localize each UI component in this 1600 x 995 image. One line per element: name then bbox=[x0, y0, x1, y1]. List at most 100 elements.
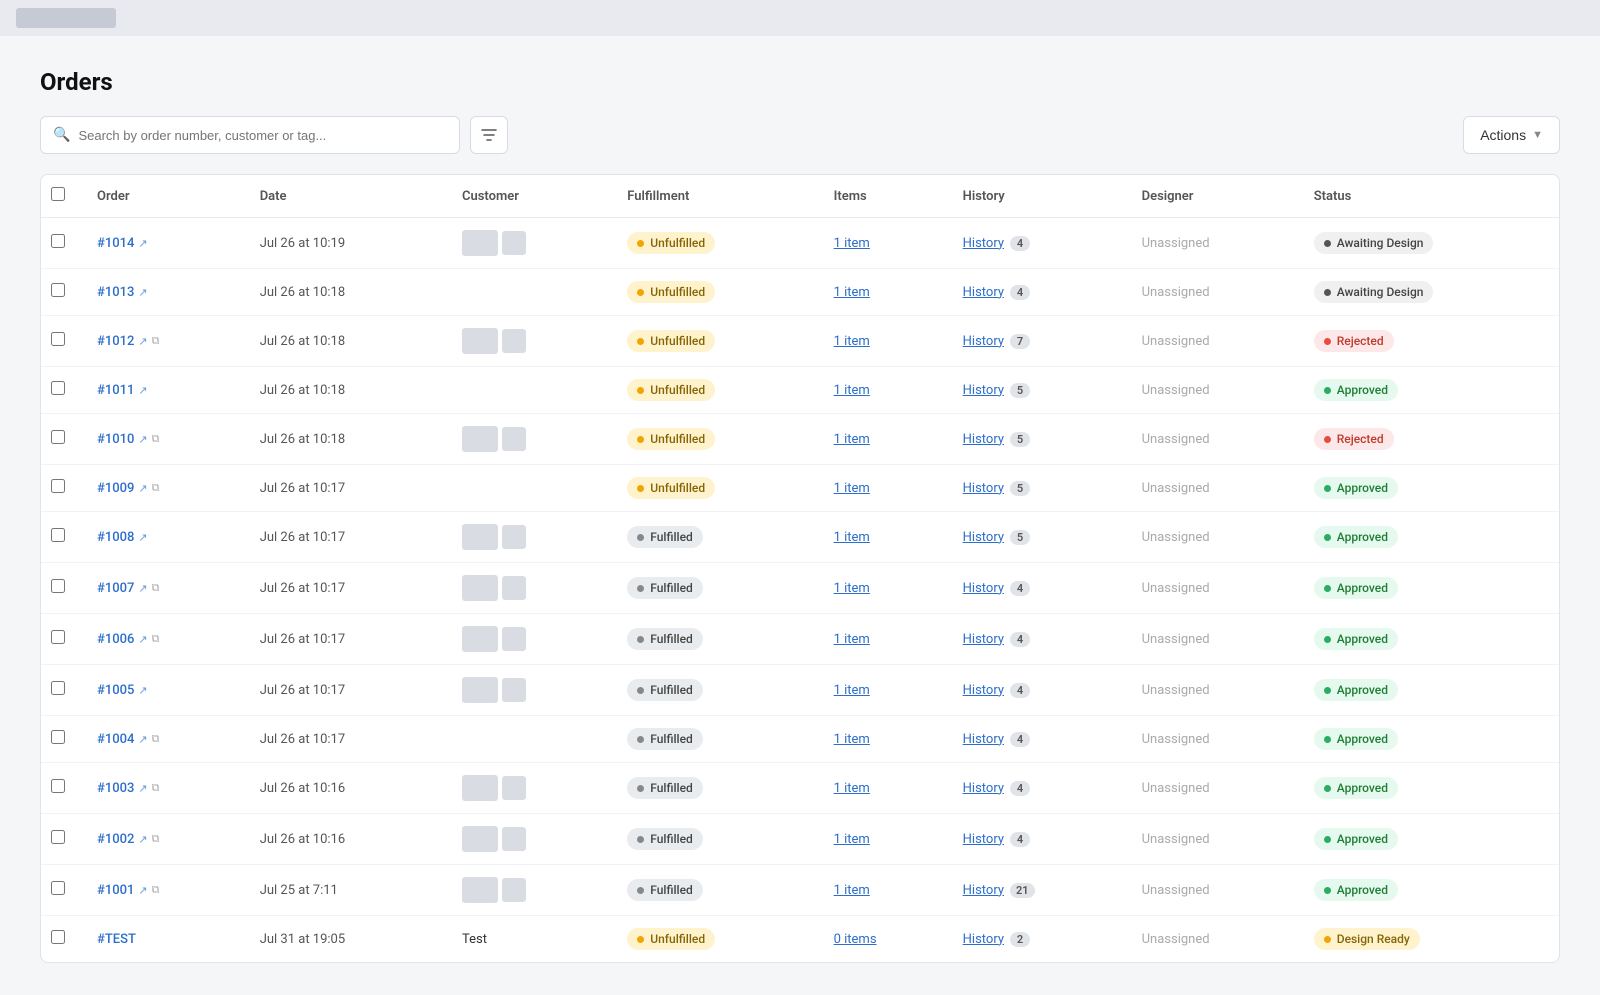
row-checkbox-cell bbox=[41, 218, 81, 269]
select-all-checkbox[interactable] bbox=[51, 187, 65, 201]
items-link[interactable]: 1 item bbox=[834, 432, 870, 447]
order-link[interactable]: #1007 bbox=[97, 581, 134, 596]
row-checkbox-10[interactable] bbox=[51, 730, 65, 744]
order-link[interactable]: #1011 bbox=[97, 383, 134, 398]
order-link[interactable]: #1014 bbox=[97, 236, 134, 251]
row-checkbox-9[interactable] bbox=[51, 681, 65, 695]
history-link[interactable]: History bbox=[963, 334, 1004, 349]
history-link[interactable]: History bbox=[963, 383, 1004, 398]
fulfillment-badge: Unfulfilled bbox=[627, 928, 715, 950]
status-dot bbox=[1324, 836, 1331, 843]
status-cell: Awaiting Design bbox=[1298, 269, 1559, 316]
customer-cell bbox=[446, 465, 611, 512]
copy-icon[interactable]: ⧉ bbox=[152, 883, 160, 897]
copy-icon[interactable]: ⧉ bbox=[152, 832, 160, 846]
items-link[interactable]: 1 item bbox=[834, 832, 870, 847]
order-link[interactable]: #1001 bbox=[97, 883, 134, 898]
row-checkbox-13[interactable] bbox=[51, 881, 65, 895]
customer-avatar-group bbox=[462, 230, 595, 256]
search-input[interactable] bbox=[78, 128, 447, 143]
date-cell: Jul 26 at 10:16 bbox=[244, 814, 446, 865]
row-checkbox-5[interactable] bbox=[51, 479, 65, 493]
items-link[interactable]: 1 item bbox=[834, 683, 870, 698]
row-checkbox-11[interactable] bbox=[51, 779, 65, 793]
row-checkbox-2[interactable] bbox=[51, 332, 65, 346]
history-link[interactable]: History bbox=[963, 932, 1004, 947]
items-link[interactable]: 1 item bbox=[834, 883, 870, 898]
items-cell: 1 item bbox=[818, 465, 947, 512]
history-link[interactable]: History bbox=[963, 236, 1004, 251]
history-link[interactable]: History bbox=[963, 481, 1004, 496]
history-link[interactable]: History bbox=[963, 832, 1004, 847]
items-link[interactable]: 1 item bbox=[834, 581, 870, 596]
copy-icon[interactable]: ⧉ bbox=[152, 432, 160, 446]
order-link[interactable]: #1008 bbox=[97, 530, 134, 545]
history-link[interactable]: History bbox=[963, 781, 1004, 796]
history-link[interactable]: History bbox=[963, 732, 1004, 747]
items-link[interactable]: 1 item bbox=[834, 632, 870, 647]
history-link[interactable]: History bbox=[963, 683, 1004, 698]
actions-button[interactable]: Actions ▼ bbox=[1463, 116, 1560, 154]
row-checkbox-0[interactable] bbox=[51, 234, 65, 248]
filter-button[interactable] bbox=[470, 116, 508, 154]
history-count-badge: 4 bbox=[1010, 236, 1030, 251]
status-cell: Design Ready bbox=[1298, 916, 1559, 963]
history-link[interactable]: History bbox=[963, 581, 1004, 596]
copy-icon[interactable]: ⧉ bbox=[152, 781, 160, 795]
date-cell: Jul 26 at 10:17 bbox=[244, 614, 446, 665]
history-cell: History5 bbox=[947, 414, 1126, 465]
order-link[interactable]: #1009 bbox=[97, 481, 134, 496]
row-checkbox-6[interactable] bbox=[51, 528, 65, 542]
row-checkbox-cell bbox=[41, 414, 81, 465]
order-link[interactable]: #1010 bbox=[97, 432, 134, 447]
history-link[interactable]: History bbox=[963, 285, 1004, 300]
order-link[interactable]: #TEST bbox=[97, 932, 136, 947]
order-link[interactable]: #1005 bbox=[97, 683, 134, 698]
items-link[interactable]: 1 item bbox=[834, 781, 870, 796]
items-link[interactable]: 1 item bbox=[834, 530, 870, 545]
row-checkbox-14[interactable] bbox=[51, 930, 65, 944]
items-link[interactable]: 1 item bbox=[834, 334, 870, 349]
designer-cell: Unassigned bbox=[1126, 316, 1298, 367]
history-link[interactable]: History bbox=[963, 530, 1004, 545]
items-link[interactable]: 1 item bbox=[834, 236, 870, 251]
order-link[interactable]: #1003 bbox=[97, 781, 134, 796]
status-dot bbox=[1324, 338, 1331, 345]
items-link[interactable]: 1 item bbox=[834, 481, 870, 496]
order-link[interactable]: #1006 bbox=[97, 632, 134, 647]
table-row: #1011↗Jul 26 at 10:18Unfulfilled1 itemHi… bbox=[41, 367, 1559, 414]
items-cell: 1 item bbox=[818, 865, 947, 916]
copy-icon[interactable]: ⧉ bbox=[152, 481, 160, 495]
status-dot bbox=[1324, 387, 1331, 394]
status-dot bbox=[1324, 636, 1331, 643]
copy-icon[interactable]: ⧉ bbox=[152, 581, 160, 595]
items-link[interactable]: 0 items bbox=[834, 932, 877, 947]
items-link[interactable]: 1 item bbox=[834, 285, 870, 300]
order-link[interactable]: #1004 bbox=[97, 732, 134, 747]
items-link[interactable]: 1 item bbox=[834, 732, 870, 747]
history-link[interactable]: History bbox=[963, 632, 1004, 647]
items-link[interactable]: 1 item bbox=[834, 383, 870, 398]
order-link[interactable]: #1002 bbox=[97, 832, 134, 847]
row-checkbox-8[interactable] bbox=[51, 630, 65, 644]
status-dot bbox=[1324, 936, 1331, 943]
avatar bbox=[462, 626, 498, 652]
row-checkbox-3[interactable] bbox=[51, 381, 65, 395]
copy-icon[interactable]: ⧉ bbox=[152, 334, 160, 348]
order-link[interactable]: #1013 bbox=[97, 285, 134, 300]
status-label: Awaiting Design bbox=[1337, 285, 1424, 299]
status-label: Approved bbox=[1337, 832, 1388, 846]
items-cell: 1 item bbox=[818, 763, 947, 814]
row-checkbox-1[interactable] bbox=[51, 283, 65, 297]
copy-icon[interactable]: ⧉ bbox=[152, 732, 160, 746]
fulfillment-cell: Unfulfilled bbox=[611, 269, 817, 316]
history-count-badge: 4 bbox=[1010, 683, 1030, 698]
items-cell: 1 item bbox=[818, 614, 947, 665]
history-link[interactable]: History bbox=[963, 432, 1004, 447]
history-link[interactable]: History bbox=[963, 883, 1004, 898]
row-checkbox-4[interactable] bbox=[51, 430, 65, 444]
copy-icon[interactable]: ⧉ bbox=[152, 632, 160, 646]
row-checkbox-12[interactable] bbox=[51, 830, 65, 844]
row-checkbox-7[interactable] bbox=[51, 579, 65, 593]
order-link[interactable]: #1012 bbox=[97, 334, 134, 349]
